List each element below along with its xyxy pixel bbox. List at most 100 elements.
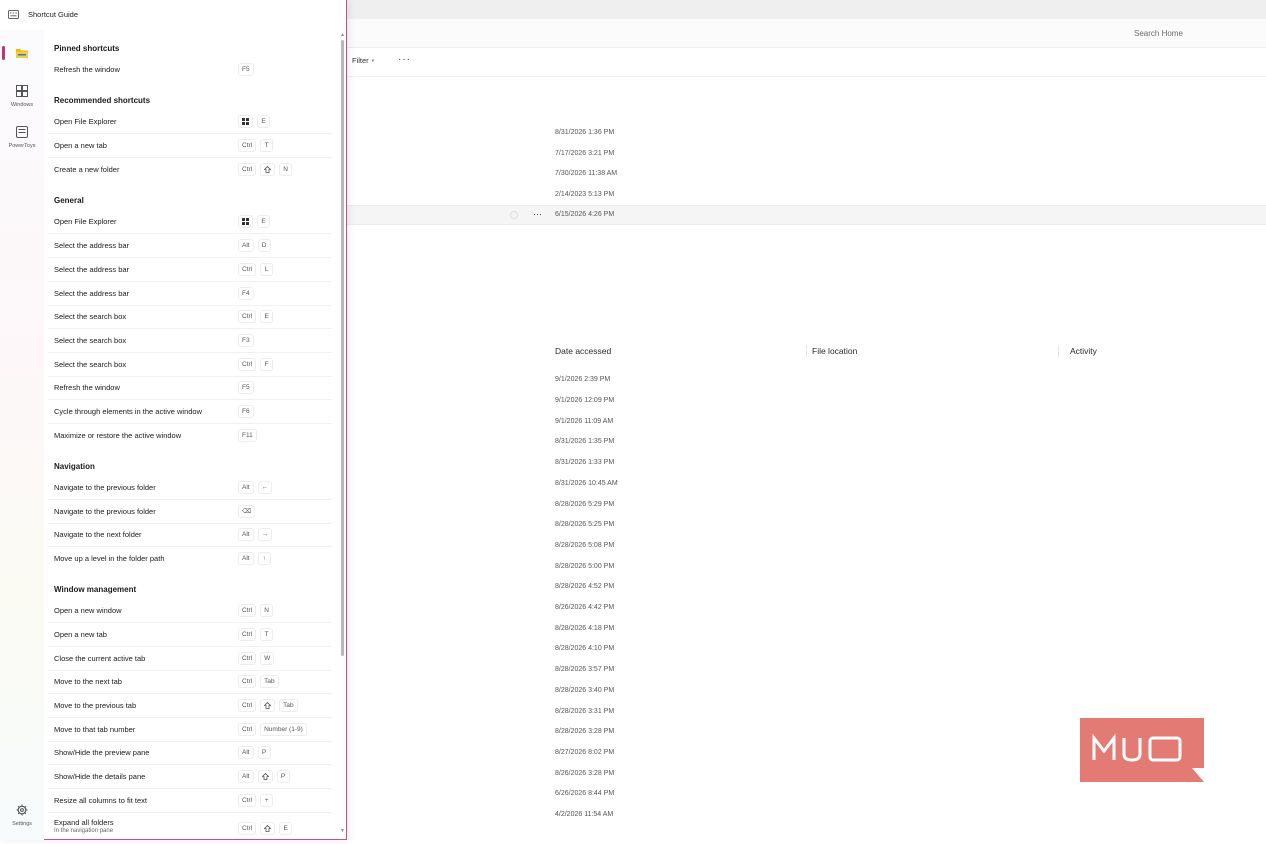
scroll-up-icon[interactable]: ▲ <box>340 32 345 38</box>
key-cap: P <box>257 746 271 759</box>
list-item[interactable]: 9/1/2026 11:09 AM <box>555 418 613 438</box>
shortcut-row[interactable]: Select the search box Ctrl E <box>48 306 332 329</box>
shortcut-row[interactable]: Resize all columns to fit text Ctrl + <box>48 790 332 813</box>
list-item[interactable]: 8/28/2026 5:29 PM <box>555 501 614 521</box>
list-item[interactable]: 8/28/2026 5:00 PM <box>555 563 614 583</box>
shortcut-row[interactable]: Select the address bar Ctrl L <box>48 259 332 282</box>
column-file-location[interactable]: File location <box>812 346 857 356</box>
row-divider <box>48 328 332 329</box>
list-item[interactable]: 4/2/2026 11:54 AM <box>555 811 613 831</box>
shortcut-row[interactable]: Move up a level in the folder path Alt ↑ <box>48 548 332 571</box>
powertoys-icon <box>16 126 28 138</box>
list-item[interactable]: 8/28/2026 3:57 PM <box>555 666 614 686</box>
sidebar-item-settings[interactable]: Settings <box>0 800 44 834</box>
shortcut-row[interactable]: Refresh the window F5 <box>48 59 332 82</box>
list-item[interactable]: 8/31/2026 10:45 AM <box>555 480 618 500</box>
shortcut-row[interactable]: Refresh the window F5 <box>48 377 332 400</box>
shortcut-label: Navigate to the previous folder <box>54 483 156 492</box>
shortcut-sublabel: In the navigation pane <box>54 828 114 834</box>
list-item[interactable]: 8/28/2026 3:40 PM <box>555 687 614 707</box>
shortcut-label: Select the address bar <box>54 241 130 250</box>
shortcut-label: Select the address bar <box>54 265 130 274</box>
list-item[interactable]: 8/28/2026 5:25 PM <box>555 521 614 541</box>
scroll-thumb[interactable] <box>341 40 344 656</box>
column-divider[interactable] <box>1058 345 1059 357</box>
key-cap: Ctrl <box>238 699 257 712</box>
shortcut-label: Show/Hide the details pane <box>54 772 146 781</box>
key-cap: Alt <box>238 552 254 565</box>
recent-date: 6/15/2026 4:26 PM <box>555 211 615 218</box>
shortcut-keys: F11 <box>238 429 257 442</box>
shortcut-row[interactable]: Close the current active tab Ctrl W <box>48 648 332 671</box>
shortcut-row[interactable]: Open a new window Ctrl N <box>48 600 332 623</box>
shortcut-row[interactable]: Select the address bar F4 <box>48 283 332 306</box>
shortcut-list: Pinned shortcuts Refresh the window F5 R… <box>44 30 340 840</box>
list-item[interactable]: 8/28/2026 5:08 PM <box>555 542 614 562</box>
chevron-down-icon: ▾ <box>371 57 375 64</box>
shortcut-keys: Alt P <box>238 770 290 783</box>
shortcut-row[interactable]: Show/Hide the preview pane Alt P <box>48 742 332 765</box>
shortcut-row[interactable]: Navigate to the next folder Alt → <box>48 524 332 547</box>
list-item[interactable]: 8/28/2026 4:52 PM <box>555 583 614 603</box>
list-item[interactable]: 6/26/2026 8:44 PM <box>555 790 614 810</box>
list-item[interactable]: 8/28/2026 3:28 PM <box>555 728 614 748</box>
row-more-button[interactable]: ··· <box>533 209 542 219</box>
scrollbar[interactable]: ▲ ▼ <box>340 32 345 838</box>
list-item[interactable]: 8/26/2026 4:42 PM <box>555 604 614 624</box>
row-divider <box>48 157 332 158</box>
shortcut-row[interactable]: Open a new tab Ctrl T <box>48 624 332 647</box>
sidebar-item-file-explorer[interactable] <box>0 36 44 70</box>
sidebar-item-windows[interactable]: Windows <box>0 80 44 114</box>
shortcut-row[interactable]: Move to that tab number Ctrl Number (1-9… <box>48 719 332 742</box>
guide-titlebar[interactable]: Shortcut Guide <box>0 0 346 30</box>
key-cap: + <box>260 794 274 807</box>
shortcut-row[interactable]: Navigate to the previous folder Alt ← <box>48 477 332 500</box>
key-cap: Ctrl <box>238 628 257 641</box>
column-divider[interactable] <box>806 345 807 357</box>
search-input[interactable]: Search Home <box>1124 26 1258 42</box>
backspace-key: ⌫ <box>238 505 256 518</box>
list-item[interactable]: 8/28/2026 3:31 PM <box>555 708 614 728</box>
sidebar-item-powertoys[interactable]: PowerToys <box>0 122 44 156</box>
shortcut-label: Refresh the window <box>54 383 120 392</box>
row-divider <box>48 622 332 623</box>
list-item[interactable]: 8/28/2026 4:10 PM <box>555 645 614 665</box>
list-item[interactable]: 9/1/2026 12:09 PM <box>555 397 614 417</box>
shortcut-row[interactable]: Move to the previous tab Ctrl Tab <box>48 695 332 718</box>
row-divider <box>48 423 332 424</box>
shortcut-row[interactable]: Navigate to the previous folder ⌫ <box>48 501 332 524</box>
shortcut-row[interactable]: Maximize or restore the active window F1… <box>48 425 332 448</box>
list-item[interactable]: 8/31/2026 1:35 PM <box>555 438 614 458</box>
shortcut-row[interactable]: Expand all folders In the navigation pan… <box>48 814 332 840</box>
row-divider <box>48 717 332 718</box>
more-options-button[interactable]: ··· <box>398 54 411 65</box>
shortcut-row[interactable]: Cycle through elements in the active win… <box>48 401 332 424</box>
list-item[interactable]: 8/26/2026 3:28 PM <box>555 770 614 790</box>
column-date-accessed[interactable]: Date accessed <box>555 346 611 356</box>
shortcut-keys: Ctrl T <box>238 139 274 152</box>
key-cap: Ctrl <box>238 163 257 176</box>
shortcut-row[interactable]: Open File Explorer E <box>48 111 332 134</box>
filter-button[interactable]: Filter ▾ <box>352 56 374 65</box>
shortcut-row[interactable]: Move to the next tab Ctrl Tab <box>48 671 332 694</box>
key-cap: E <box>257 115 270 128</box>
list-item[interactable]: 8/28/2026 4:18 PM <box>555 625 614 645</box>
shortcut-row[interactable]: Select the search box F3 <box>48 330 332 353</box>
windows-key-icon <box>238 115 253 128</box>
key-cap: Ctrl <box>238 675 257 688</box>
column-activity[interactable]: Activity <box>1070 346 1097 356</box>
scroll-down-icon[interactable]: ▼ <box>340 828 345 834</box>
shortcut-row[interactable]: Select the search box Ctrl F <box>48 354 332 377</box>
shortcut-row[interactable]: Show/Hide the details pane Alt P <box>48 766 332 789</box>
list-item[interactable]: 9/1/2026 2:39 PM <box>555 376 610 396</box>
shortcut-label: Move to the next tab <box>54 677 122 686</box>
shortcut-row[interactable]: Open File Explorer E <box>48 211 332 234</box>
key-cap: W <box>260 652 275 665</box>
list-item[interactable]: 8/27/2026 8:02 PM <box>555 749 614 769</box>
shortcut-row[interactable]: Open a new tab Ctrl T <box>48 135 332 158</box>
shortcut-keys: F5 <box>238 381 254 394</box>
shortcut-row[interactable]: Create a new folder Ctrl N <box>48 159 332 182</box>
key-cap: Alt <box>238 239 254 252</box>
shortcut-row[interactable]: Select the address bar Alt D <box>48 235 332 258</box>
list-item[interactable]: 8/31/2026 1:33 PM <box>555 459 614 479</box>
